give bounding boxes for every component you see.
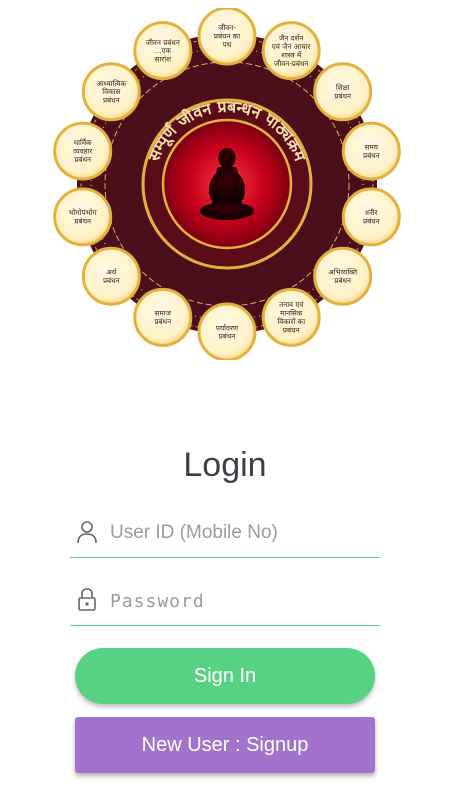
login-title: Login xyxy=(183,446,267,484)
userid-field[interactable] xyxy=(70,511,380,558)
signin-button[interactable]: Sign In xyxy=(75,648,375,704)
emblem-graphic: सम्पूर्ण जीवन प्रबन्धन पाठ्यक्रम जीवन-प्… xyxy=(53,8,401,360)
topic-medallion: आध्यात्मिकविकासप्रबंधन xyxy=(81,62,141,122)
topic-medallion: समयप्रबंधन xyxy=(341,121,401,181)
topic-medallion: पर्यावरणप्रबंधन xyxy=(197,302,257,360)
medallion-label: प्रबंधन xyxy=(103,276,121,285)
password-field[interactable] xyxy=(70,579,380,626)
userid-input[interactable] xyxy=(110,515,370,551)
medallion-label: प्रबंधन xyxy=(283,325,301,334)
lock-icon xyxy=(78,588,96,611)
topic-medallion: शिक्षाप्रबंधन xyxy=(313,62,373,122)
topic-medallion: जीवन-प्रबंधन कापथ xyxy=(197,8,257,66)
medallion-label: पथ xyxy=(223,40,232,49)
medallion-label: जीवन-प्रबंधन xyxy=(274,59,309,68)
medallion-label: प्रबंधन xyxy=(103,96,121,105)
medallion-label: प्रबंधन xyxy=(74,155,92,164)
medallion-label: प्रबंधन xyxy=(334,91,352,100)
user-icon xyxy=(77,521,97,544)
topic-medallion: शरीरप्रबंधन xyxy=(341,187,401,247)
topic-medallion: धार्मिकव्यवहारप्रबंधन xyxy=(53,121,113,181)
topic-medallion: समाजप्रबंधन xyxy=(133,287,193,347)
signup-button[interactable]: New User : Signup xyxy=(75,717,375,773)
topic-medallion: अभिव्यक्तिप्रबंधन xyxy=(313,246,373,306)
medallion-label: प्रबंधन xyxy=(363,151,381,160)
topic-medallion: तनाव एवंमानसिकविकारों काप्रबंधन xyxy=(261,287,321,347)
medallion-label: प्रबंधन xyxy=(363,217,381,226)
medallion-label: प्रबंधन xyxy=(154,317,172,326)
medallion-label: प्रबंधन xyxy=(74,217,92,226)
course-emblem: सम्पूर्ण जीवन प्रबन्धन पाठ्यक्रम जीवन- प्… xyxy=(45,8,410,360)
topic-medallion: जैन दर्शनएवं जैन आचारशास्त्र मेंजीवन-प्र… xyxy=(261,21,321,81)
medallion-label: प्रबंधन xyxy=(334,276,352,285)
topic-medallion: भोगोपभोगप्रबंधन xyxy=(53,187,113,247)
medallion-label: प्रबंधन xyxy=(219,332,237,341)
topic-medallion: जीवन प्रबंधन...एकसारांश xyxy=(133,21,193,81)
password-input[interactable] xyxy=(110,583,370,619)
topic-medallion: अर्थप्रबंधन xyxy=(81,246,141,306)
medallion-label: सारांश xyxy=(155,55,172,64)
